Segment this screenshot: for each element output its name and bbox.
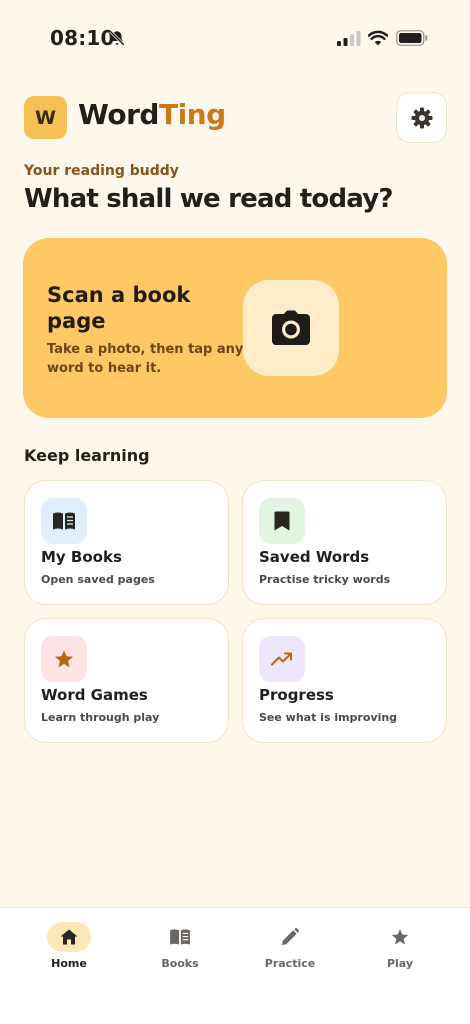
tab-label: Practice: [264, 957, 316, 970]
app-logo: W: [24, 96, 67, 139]
tab-icon-pill: [378, 922, 422, 952]
status-time: 08:10: [50, 26, 115, 50]
scan-card-description: Take a photo, then tap any word to hear …: [47, 342, 244, 376]
tab-icon-pill: [47, 922, 91, 952]
tile-icon-box: [41, 498, 87, 544]
book-icon: [53, 512, 75, 530]
settings-button[interactable]: [396, 92, 447, 143]
bookmark-icon: [274, 511, 290, 531]
app-name-part1: Word: [78, 98, 159, 131]
battery-icon: [396, 30, 428, 46]
tile-title: My Books: [41, 548, 122, 566]
home-icon: [60, 929, 78, 945]
status-bar: 08:10: [0, 0, 470, 76]
app-name-part2: Ting: [158, 98, 226, 131]
tab-home[interactable]: Home: [24, 922, 114, 982]
scan-book-page-card[interactable]: Scan a book page Take a photo, then tap …: [23, 238, 447, 418]
tile-subtitle: See what is improving: [259, 711, 398, 724]
tagline: Your reading buddy: [24, 163, 179, 179]
app-screen: 08:10 W WordTing Your reading buddy What…: [0, 0, 470, 1024]
page-title: What shall we read today?: [24, 184, 393, 214]
tile-icon-box: [259, 498, 305, 544]
star-icon: [391, 929, 409, 945]
tile-icon-box: [259, 636, 305, 682]
tile-subtitle: Learn through play: [41, 711, 160, 724]
progress-tile[interactable]: Progress See what is improving: [242, 618, 447, 743]
tab-icon-pill: [268, 922, 312, 952]
tile-title: Word Games: [41, 686, 148, 704]
tile-title: Progress: [259, 686, 334, 704]
tab-practice[interactable]: Practice: [245, 922, 335, 982]
trending-up-icon: [271, 652, 292, 666]
tab-label: Play: [386, 957, 414, 970]
section-title-keep-learning: Keep learning: [24, 446, 150, 465]
tab-label: Home: [51, 957, 87, 970]
camera-button[interactable]: [243, 280, 339, 376]
bell-off-icon: [109, 30, 125, 46]
my-books-tile[interactable]: My Books Open saved pages: [24, 480, 229, 605]
tile-subtitle: Practise tricky words: [259, 573, 391, 586]
star-icon: [55, 650, 73, 668]
scan-card-title: Scan a book page: [47, 283, 191, 333]
tab-icon-pill: [158, 922, 202, 952]
tab-play[interactable]: Play: [355, 922, 445, 982]
bottom-tab-bar: Home Books Practice Play: [0, 907, 470, 1024]
wifi-icon: [368, 30, 388, 46]
tile-icon-box: [41, 636, 87, 682]
tile-title: Saved Words: [259, 548, 370, 566]
gear-icon: [411, 107, 432, 128]
tab-label: Books: [161, 957, 199, 970]
tile-subtitle: Open saved pages: [41, 573, 155, 586]
saved-words-tile[interactable]: Saved Words Practise tricky words: [242, 480, 447, 605]
pencil-icon: [282, 928, 299, 945]
app-name: WordTing: [78, 98, 226, 131]
word-games-tile[interactable]: Word Games Learn through play: [24, 618, 229, 743]
tab-books[interactable]: Books: [135, 922, 225, 982]
book-icon: [170, 929, 190, 945]
cellular-signal-icon: [337, 31, 361, 46]
camera-icon: [272, 310, 310, 345]
